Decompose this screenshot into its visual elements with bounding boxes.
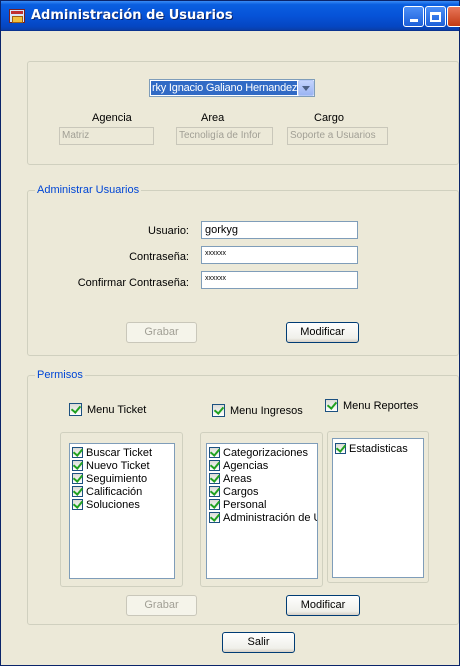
main-window: Administración de Usuarios rky Ignacio G…	[0, 0, 460, 666]
agencia-field: Matriz	[59, 127, 154, 145]
list-item[interactable]: Nuevo Ticket	[72, 459, 174, 472]
list-item[interactable]: Calificación	[72, 485, 174, 498]
contrasena-label: Contraseña:	[129, 251, 189, 263]
checkmark-icon	[72, 499, 83, 510]
contrasena-input[interactable]: xxxxxx	[201, 246, 358, 264]
maximize-icon	[430, 11, 441, 22]
menu-ticket-checkbox[interactable]: Menu Ticket	[69, 403, 146, 416]
list-item[interactable]: Seguimiento	[72, 472, 174, 485]
list-item-label: Nuevo Ticket	[86, 459, 150, 472]
checkmark-icon	[72, 486, 83, 497]
cargo-label: Cargo	[314, 112, 344, 124]
list-item[interactable]: Areas	[209, 472, 317, 485]
checkmark-icon	[72, 473, 83, 484]
list-item-label: Estadisticas	[349, 442, 408, 455]
usuario-label: Usuario:	[148, 225, 189, 237]
chevron-down-icon	[302, 85, 310, 91]
list-item-label: Agencias	[223, 459, 269, 472]
list-item-label: Categorizaciones	[223, 446, 308, 459]
list-item-label: Seguimiento	[86, 472, 148, 485]
ingresos-permissions-list[interactable]: Categorizaciones Agencias Areas Cargos P…	[206, 443, 318, 579]
list-item[interactable]: Agencias	[209, 459, 317, 472]
list-item-label: Soluciones	[86, 498, 140, 511]
grabar-permisos-button[interactable]: Grabar	[126, 595, 197, 616]
checkmark-icon	[209, 460, 220, 471]
checkmark-icon	[209, 499, 220, 510]
app-icon	[9, 9, 25, 23]
window-title: Administración de Usuarios	[31, 8, 233, 23]
list-item-label: Buscar Ticket	[86, 446, 153, 459]
menu-ingresos-checkbox[interactable]: Menu Ingresos	[212, 404, 303, 417]
minimize-icon	[409, 19, 418, 22]
admin-users-legend: Administrar Usuarios	[35, 184, 142, 196]
list-item-label: Cargos	[223, 485, 259, 498]
checkmark-icon	[325, 399, 338, 412]
dropdown-button[interactable]	[298, 80, 314, 96]
minimize-button[interactable]	[403, 6, 424, 27]
list-item-label: Areas	[223, 472, 252, 485]
menu-ingresos-label: Menu Ingresos	[230, 404, 303, 417]
cargo-field: Soporte a Usuarios	[287, 127, 388, 145]
menu-ticket-label: Menu Ticket	[87, 403, 147, 416]
checkmark-icon	[209, 473, 220, 484]
checkmark-icon	[209, 512, 220, 523]
salir-button[interactable]: Salir	[222, 632, 295, 653]
list-item-label: Calificación	[86, 485, 143, 498]
confirmar-input[interactable]: xxxxxx	[201, 271, 358, 289]
reportes-permissions-list[interactable]: Estadisticas	[332, 438, 424, 578]
permisos-legend: Permisos	[35, 369, 85, 381]
menu-reportes-checkbox[interactable]: Menu Reportes	[325, 399, 418, 412]
grabar-user-button[interactable]: Grabar	[126, 322, 197, 343]
checkmark-icon	[69, 403, 82, 416]
checkmark-icon	[209, 486, 220, 497]
list-item[interactable]: Administración de U	[209, 511, 317, 524]
list-item[interactable]: Cargos	[209, 485, 317, 498]
checkmark-icon	[209, 447, 220, 458]
area-field: Tecnoligía de Infor	[176, 127, 273, 145]
area-label: Area	[201, 112, 225, 124]
agencia-label: Agencia	[92, 112, 132, 124]
checkmark-icon	[72, 447, 83, 458]
list-item-label: Personal	[223, 498, 267, 511]
menu-reportes-label: Menu Reportes	[343, 399, 419, 412]
list-item[interactable]: Personal	[209, 498, 317, 511]
list-item[interactable]: Buscar Ticket	[72, 446, 174, 459]
modificar-permisos-button[interactable]: Modificar	[286, 595, 360, 616]
usuario-input[interactable]: gorkyg	[201, 221, 358, 239]
list-item[interactable]: Soluciones	[72, 498, 174, 511]
checkmark-icon	[212, 404, 225, 417]
checkmark-icon	[335, 443, 346, 454]
confirmar-label: Confirmar Contraseña:	[77, 277, 189, 289]
list-item[interactable]: Categorizaciones	[209, 446, 317, 459]
user-select-value: rky Ignacio Galiano Hernandez	[151, 81, 297, 95]
checkmark-icon	[72, 460, 83, 471]
title-bar[interactable]: Administración de Usuarios	[1, 1, 460, 31]
close-button[interactable]	[447, 6, 460, 27]
modificar-user-button[interactable]: Modificar	[286, 322, 359, 343]
ticket-permissions-list[interactable]: Buscar Ticket Nuevo Ticket Seguimiento C…	[69, 443, 175, 579]
user-select[interactable]: rky Ignacio Galiano Hernandez	[149, 79, 315, 97]
maximize-button[interactable]	[425, 6, 446, 27]
list-item-label: Administración de U	[223, 511, 318, 524]
list-item[interactable]: Estadisticas	[335, 442, 423, 455]
